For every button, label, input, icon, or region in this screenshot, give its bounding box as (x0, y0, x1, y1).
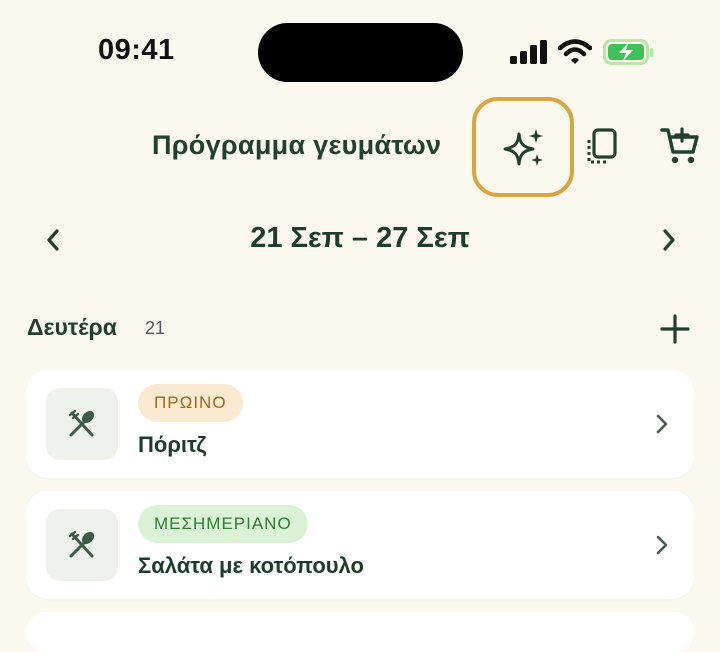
meal-card-breakfast[interactable]: ΠΡΩΙΝΟ Πόριτζ (26, 370, 694, 478)
chevron-right-icon (656, 535, 668, 555)
meal-name: Σαλάτα με κοτόπουλο (138, 553, 364, 578)
chevron-right-icon (656, 414, 668, 434)
battery-charging-icon (603, 39, 654, 65)
page-title: Πρόγραμμα γευμάτων (152, 130, 442, 160)
next-week-chevron-icon[interactable] (656, 226, 682, 254)
meal-name: Πόριτζ (138, 432, 207, 457)
meal-thumbnail (46, 509, 118, 581)
meal-card-lunch[interactable]: ΜΕΣΗΜΕΡΙΑΝΟ Σαλάτα με κοτόπουλο (26, 491, 694, 599)
status-time: 09:41 (98, 34, 175, 66)
day-number: 21 (145, 318, 166, 338)
meal-type-badge: ΠΡΩΙΝΟ (138, 384, 243, 422)
week-range: 21 Σεπ – 27 Σεπ (250, 222, 470, 254)
meal-type-badge: ΜΕΣΗΜΕΡΙΑΝΟ (138, 505, 308, 543)
day-name: Δευτέρα (27, 314, 117, 340)
utensils-icon (68, 409, 95, 437)
sparkles-icon[interactable] (503, 128, 545, 168)
meal-card-partial[interactable] (26, 612, 694, 652)
wifi-icon (558, 39, 592, 64)
meal-thumbnail (46, 388, 118, 460)
add-meal-plus-icon[interactable] (660, 314, 690, 344)
dynamic-island (258, 23, 463, 82)
cart-add-icon[interactable] (660, 126, 700, 166)
cellular-signal-icon (510, 40, 547, 64)
utensils-icon (68, 530, 95, 558)
copy-icon[interactable] (585, 128, 619, 166)
